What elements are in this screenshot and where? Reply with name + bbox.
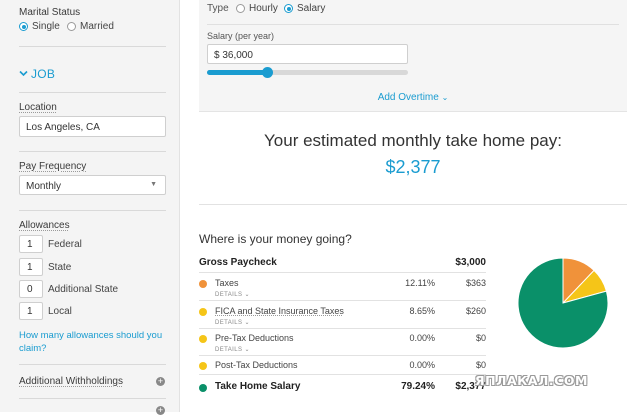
married-radio-label[interactable]: Married	[80, 21, 114, 32]
salary-label: Salary (per year)	[207, 31, 275, 41]
taxes-label: Taxes	[215, 278, 239, 288]
divider	[199, 374, 486, 375]
state-allowance-label: State	[48, 262, 72, 273]
divider	[199, 204, 627, 205]
state-allowance-input[interactable]: 1	[19, 258, 43, 276]
taxes-details-toggle[interactable]: DETAILS ⌄	[215, 291, 250, 298]
pre-tax-details-toggle[interactable]: DETAILS ⌄	[215, 346, 250, 353]
federal-allowance-label: Federal	[48, 239, 82, 250]
location-input[interactable]: Los Angeles, CA	[19, 116, 166, 137]
local-allowance-input[interactable]: 1	[19, 302, 43, 320]
taxes-dot	[199, 280, 207, 288]
details-label: DETAILS	[215, 292, 243, 298]
salary-radio[interactable]	[284, 4, 293, 13]
pre-tax-amount: $0	[475, 333, 486, 343]
taxes-percent: 12.11%	[405, 278, 435, 288]
salary-input[interactable]: $ 36,000	[207, 44, 408, 64]
divider	[19, 398, 166, 399]
salary-value: $ 36,000	[214, 50, 253, 61]
plus-icon[interactable]: +	[156, 406, 165, 415]
location-value: Los Angeles, CA	[26, 122, 100, 133]
post-tax-label: Post-Tax Deductions	[215, 360, 298, 370]
divider	[19, 46, 166, 47]
fica-percent: 8.65%	[409, 306, 435, 316]
post-tax-percent: 0.00%	[409, 360, 435, 370]
divider	[19, 210, 166, 211]
divider	[207, 24, 619, 25]
divider	[19, 364, 166, 365]
single-radio[interactable]	[19, 22, 28, 31]
sidebar: Marital Status Single Married JOB Locati…	[0, 0, 180, 415]
fica-dot	[199, 308, 207, 316]
salary-slider[interactable]	[207, 67, 408, 78]
watermark: ЯПЛАКАЛ.COM	[475, 373, 588, 388]
local-allowance-label: Local	[48, 306, 72, 317]
take-home-percent: 79.24%	[401, 381, 435, 392]
take-home-headline: Your estimated monthly take home pay:	[264, 131, 562, 150]
location-label: Location	[19, 102, 57, 113]
pay-frequency-select[interactable]: Monthly ▼	[19, 175, 166, 195]
allowances-help-link[interactable]: How many allowances should you claim?	[19, 329, 169, 355]
federal-allowance-input[interactable]: 1	[19, 235, 43, 253]
pay-frequency-value: Monthly	[26, 181, 62, 192]
marital-status-label: Marital Status	[19, 7, 81, 18]
additional-state-allowance-input[interactable]: 0	[19, 280, 43, 298]
additional-withholdings-label[interactable]: Additional Withholdings	[19, 376, 123, 387]
breakdown-heading: Where is your money going?	[199, 232, 352, 246]
fica-details-toggle[interactable]: DETAILS ⌄	[215, 319, 250, 326]
divider	[199, 328, 486, 329]
taxes-amount: $363	[465, 278, 486, 288]
salary-slider-fill	[207, 70, 268, 75]
add-overtime-button[interactable]: Add Overtime ⌄	[199, 92, 627, 103]
divider	[199, 355, 486, 356]
additional-state-allowance-value: 0	[27, 284, 33, 295]
federal-allowance-value: 1	[27, 239, 33, 250]
gross-paycheck-amount: $3,000	[455, 257, 486, 268]
single-radio-label[interactable]: Single	[32, 21, 60, 32]
fica-label: FICA and State Insurance Taxes	[215, 306, 344, 316]
plus-icon[interactable]: +	[156, 377, 165, 386]
divider	[199, 300, 486, 301]
post-tax-amount: $0	[475, 360, 486, 370]
local-allowance-value: 1	[27, 306, 33, 317]
take-home-label: Take Home Salary	[215, 381, 301, 392]
salary-radio-label[interactable]: Salary	[297, 3, 325, 14]
divider	[199, 272, 486, 273]
take-home-amount: $2,377	[385, 157, 441, 177]
allowances-label: Allowances	[19, 220, 70, 231]
type-label: Type	[207, 3, 229, 14]
take-home-dot	[199, 384, 207, 392]
divider	[19, 151, 166, 152]
additional-state-allowance-label: Additional State	[48, 284, 119, 295]
pre-tax-percent: 0.00%	[409, 333, 435, 343]
hourly-radio-label[interactable]: Hourly	[249, 3, 278, 14]
job-section-toggle[interactable]: JOB	[19, 67, 55, 81]
fica-amount: $260	[465, 306, 486, 316]
add-overtime-label: Add Overtime	[377, 92, 439, 103]
state-allowance-value: 1	[27, 262, 33, 273]
pre-tax-label: Pre-Tax Deductions	[215, 333, 294, 343]
details-label: DETAILS	[215, 347, 243, 353]
gross-paycheck-label: Gross Paycheck	[199, 257, 277, 268]
chevron-down-icon: ⌄	[441, 93, 449, 102]
chevron-down-icon	[19, 70, 28, 77]
pay-frequency-label: Pay Frequency	[19, 161, 87, 172]
pre-tax-dot	[199, 335, 207, 343]
caret-down-icon: ▼	[150, 181, 157, 188]
job-section-label: JOB	[31, 67, 56, 81]
pie-chart	[517, 257, 609, 349]
details-label: DETAILS	[215, 320, 243, 326]
post-tax-dot	[199, 362, 207, 370]
married-radio[interactable]	[67, 22, 76, 31]
hourly-radio[interactable]	[236, 4, 245, 13]
divider	[19, 92, 166, 93]
